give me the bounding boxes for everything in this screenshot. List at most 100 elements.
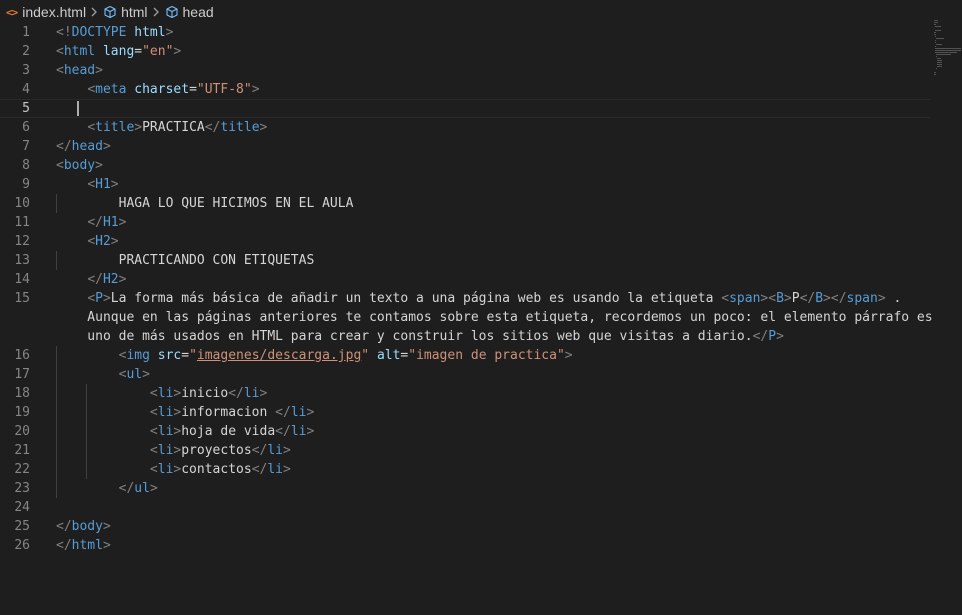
code-token: </ [251,443,268,458]
code-token: html [134,25,166,40]
code-line[interactable]: 17 <ul> [0,365,930,384]
minimap-line [937,64,942,65]
breadcrumb-file[interactable]: <> index.html [6,4,86,20]
line-number: 22 [14,462,30,477]
minimap[interactable] [934,20,962,80]
code-line[interactable]: 9 <H1> [0,175,930,194]
code-token: P [768,329,777,344]
code-line[interactable]: 8 <body> [0,156,930,175]
code-token: proyectos [181,443,252,458]
line-number: 23 [14,481,30,496]
code-line[interactable]: 22 <li>contactos</li> [0,460,930,479]
breadcrumb-item-head[interactable]: head [165,4,214,20]
code-token: </ [87,215,103,230]
code-line[interactable]: 24 [0,498,930,517]
code-token: </ [56,139,72,154]
line-number: 8 [22,158,30,173]
code-line[interactable]: 26 </html> [0,536,930,555]
code-token: < [56,158,64,173]
code-text: </H1> [56,213,126,232]
code-token: < [87,120,96,135]
line-number: 20 [14,424,30,439]
code-line[interactable]: 2 <html lang="en"> [0,42,930,61]
minimap-line [935,42,936,43]
minimap-line [934,22,938,23]
code-token: ></ [823,291,847,306]
symbol-element-icon [165,5,179,19]
code-line[interactable]: 6 <title>PRACTICA</title> [0,118,930,137]
line-number: 12 [14,234,30,249]
code-text: <H1> [56,175,118,194]
code-line[interactable]: 20 <li>hoja de vida</li> [0,422,930,441]
code-line-wrapped[interactable]: uno de más usados en HTML para crear y c… [0,327,930,346]
code-line[interactable]: 1 <!DOCTYPE html> [0,23,930,42]
line-number: 19 [14,405,30,420]
code-line[interactable]: 25 </body> [0,517,930,536]
code-line[interactable]: 11 </H1> [0,213,930,232]
minimap-line [935,48,961,49]
code-text: </html> [56,536,111,555]
code-text: <!DOCTYPE html> [56,23,173,42]
minimap-line [936,56,937,57]
line-number: 15 [14,291,30,306]
code-token: < [87,82,96,97]
code-token: = [181,348,190,363]
code-token: head [71,139,103,154]
code-text: <li>inicio</li> [56,384,267,403]
code-token: > [306,424,315,439]
code-line[interactable]: 16 <img src="imagenes/descarga.jpg" alt=… [0,346,930,365]
code-text: <li>contactos</li> [56,460,291,479]
code-text: <body> [56,156,103,175]
code-token: < [149,386,158,401]
code-token: > [259,386,268,401]
code-line[interactable]: 10 HAGA LO QUE HICIMOS EN EL AULA [0,194,930,213]
code-token: meta [95,82,127,97]
code-line[interactable]: 15 <P>La forma más básica de añadir un t… [0,289,930,308]
code-token: < [149,443,158,458]
code-token: > [134,120,143,135]
code-token: alt [376,348,401,363]
code-text: </H2> [56,270,126,289]
minimap-line [935,46,937,47]
code-line[interactable]: 7 </head> [0,137,930,156]
code-text: <title>PRACTICA</title> [56,118,267,137]
code-line[interactable]: 23 </ul> [0,479,930,498]
code-token: > [251,82,260,97]
minimap-line [934,74,936,75]
code-line[interactable]: 19 <li>informacion </li> [0,403,930,422]
code-token: " [189,348,197,363]
code-line[interactable]: 21 <li>proyectos</li> [0,441,930,460]
code-line[interactable]: 4 <meta charset="UTF-8"> [0,80,930,99]
code-line[interactable]: 5 [0,99,930,118]
code-token: B [776,291,784,306]
line-number: 4 [22,82,30,97]
code-line-wrapped[interactable]: Aunque en las páginas anteriores te cont… [0,308,932,327]
code-line[interactable]: 3 <head> [0,61,930,80]
code-token: contactos [181,462,252,477]
code-line[interactable]: 12 <H2> [0,232,930,251]
code-editor[interactable]: 1 <!DOCTYPE html> 2 <html lang="en"> 3 <head>… [0,23,932,615]
code-token: H2 [95,234,111,249]
code-token: inicio [181,386,229,401]
code-line[interactable]: 14 </H2> [0,270,930,289]
code-token: > [142,367,150,382]
code-token: uno de más usados en HTML para crear y c… [56,329,753,344]
code-token: >< [760,291,777,306]
code-text: uno de más usados en HTML para crear y c… [56,327,784,346]
code-token: </ [752,329,769,344]
code-line[interactable]: 18 <li>inicio</li> [0,384,930,403]
minimap-line [934,24,936,25]
code-token: </ [204,120,221,135]
code-token: < [149,424,158,439]
breadcrumb-item-label: html [121,4,148,20]
breadcrumb-item-html[interactable]: html [103,4,148,20]
code-token: "en" [142,44,174,59]
code-token: li [157,443,174,458]
code-line[interactable]: 13 PRACTICANDO CON ETIQUETAS [0,251,930,270]
code-token: li [290,424,307,439]
code-token: </ [799,291,816,306]
